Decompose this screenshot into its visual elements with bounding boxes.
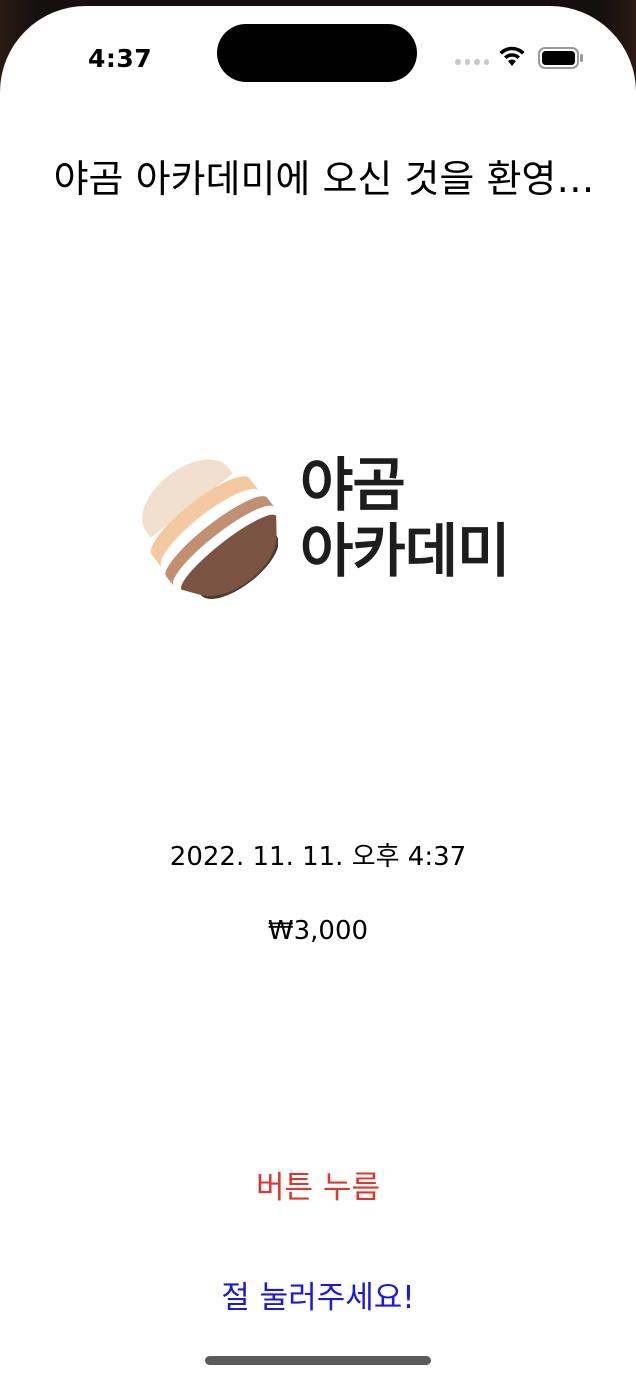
wifi-icon [499, 46, 525, 66]
yagom-academy-logo: 야곰 아카데미 [138, 452, 538, 600]
dynamic-island [217, 24, 417, 82]
welcome-title: 야곰 아카데미에 오신 것을 환영… [53, 157, 595, 201]
logo-text: 야곰 아카데미 [300, 451, 510, 585]
logo-mark-icon [142, 459, 278, 599]
please-press-button[interactable]: 절 눌러주세요! [0, 1271, 636, 1318]
logo-text-line1: 야곰 [300, 451, 406, 519]
cellular-signal-icon [455, 58, 489, 66]
press-button[interactable]: 버튼 누름 [0, 1161, 636, 1208]
price-label: ₩3,000 [267, 916, 369, 946]
date-label: 2022. 11. 11. 오후 4:37 [169, 842, 467, 872]
home-indicator[interactable] [205, 1356, 431, 1365]
status-time: 4:37 [88, 44, 153, 73]
device-frame: 4:37 야곰 아카데미에 오신 것을 환영… 야곰 아카데미 2022. 11… [0, 0, 636, 1382]
logo-text-line2: 아카데미 [300, 517, 510, 585]
battery-icon [538, 47, 583, 69]
app-screen: 4:37 야곰 아카데미에 오신 것을 환영… 야곰 아카데미 2022. 11… [0, 6, 636, 1382]
